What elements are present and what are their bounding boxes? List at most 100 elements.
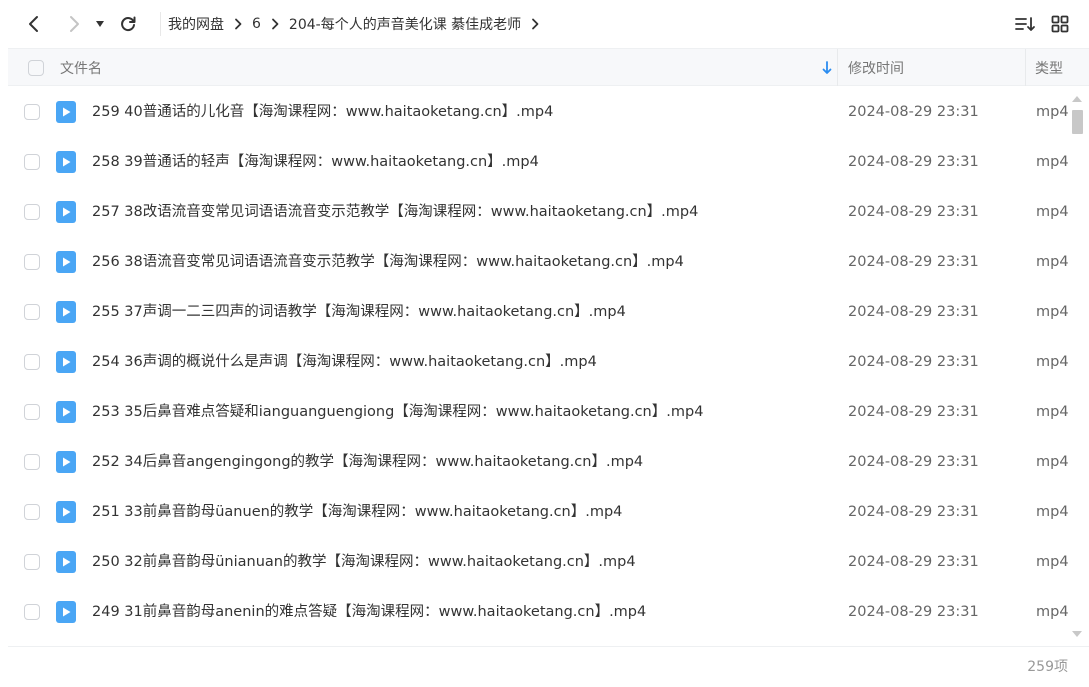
sort-list-icon	[1015, 17, 1035, 31]
sort-arrow-down-icon	[822, 61, 832, 79]
table-row[interactable]: 252 34后鼻音angengingong的教学【海淘课程网：www.haita…	[8, 437, 1070, 487]
column-header: 文件名 修改时间 类型	[8, 48, 1089, 86]
scroll-down-button[interactable]	[1070, 627, 1084, 641]
file-modified-time: 2024-08-29 23:31	[848, 104, 979, 120]
file-modified-time: 2024-08-29 23:31	[848, 404, 979, 420]
forward-button[interactable]	[62, 12, 86, 36]
item-count: 259项	[1027, 659, 1068, 675]
name-column-label: 文件名	[60, 60, 102, 77]
scroll-up-button[interactable]	[1070, 92, 1084, 106]
table-row[interactable]: 258 39普通话的轻声【海淘课程网：www.haitaoketang.cn】.…	[8, 137, 1070, 187]
breadcrumb-item-current[interactable]: 204-每个人的声音美化课 綦佳成老师	[289, 14, 521, 34]
scrollbar-thumb[interactable]	[1072, 110, 1083, 134]
caret-down-icon	[96, 21, 104, 27]
file-type: mp4	[1036, 604, 1069, 620]
file-name[interactable]: 256 38语流音变常见词语语流音变示范教学【海淘课程网：www.haitaok…	[92, 237, 684, 287]
video-file-icon	[56, 101, 76, 123]
row-checkbox[interactable]	[24, 354, 40, 370]
row-checkbox[interactable]	[24, 254, 40, 270]
column-divider	[1025, 49, 1026, 86]
row-checkbox[interactable]	[24, 204, 40, 220]
table-row[interactable]: 254 36声调的概说什么是声调【海淘课程网：www.haitaoketang.…	[8, 337, 1070, 387]
file-modified-time: 2024-08-29 23:31	[848, 154, 979, 170]
breadcrumb-item-root[interactable]: 我的网盘	[168, 14, 224, 34]
video-file-icon	[56, 201, 76, 223]
file-type: mp4	[1036, 204, 1069, 220]
table-row[interactable]: 253 35后鼻音难点答疑和ianguanguengiong【海淘课程网：www…	[8, 387, 1070, 437]
file-type: mp4	[1036, 104, 1069, 120]
table-row[interactable]: 249 31前鼻音韵母anenin的难点答疑【海淘课程网：www.haitaok…	[8, 587, 1070, 637]
table-row[interactable]: 250 32前鼻音韵母ünianuan的教学【海淘课程网：www.haitaok…	[8, 537, 1070, 587]
video-file-icon	[56, 501, 76, 523]
refresh-icon	[121, 16, 136, 32]
file-name[interactable]: 258 39普通话的轻声【海淘课程网：www.haitaoketang.cn】.…	[92, 137, 539, 187]
row-checkbox[interactable]	[24, 504, 40, 520]
table-row[interactable]: 259 40普通话的儿化音【海淘课程网：www.haitaoketang.cn】…	[8, 87, 1070, 137]
video-file-icon	[56, 251, 76, 273]
row-checkbox[interactable]	[24, 454, 40, 470]
row-checkbox[interactable]	[24, 154, 40, 170]
file-type: mp4	[1036, 554, 1069, 570]
file-modified-time: 2024-08-29 23:31	[848, 454, 979, 470]
checkbox[interactable]	[28, 59, 44, 76]
select-all-checkbox[interactable]	[28, 49, 44, 86]
file-list: 259 40普通话的儿化音【海淘课程网：www.haitaoketang.cn】…	[8, 87, 1070, 637]
chevron-left-icon	[29, 16, 38, 32]
table-row[interactable]: 256 38语流音变常见词语语流音变示范教学【海淘课程网：www.haitaok…	[8, 237, 1070, 287]
file-type: mp4	[1036, 304, 1069, 320]
row-checkbox[interactable]	[24, 104, 40, 120]
file-name[interactable]: 252 34后鼻音angengingong的教学【海淘课程网：www.haita…	[92, 437, 643, 487]
file-modified-time: 2024-08-29 23:31	[848, 554, 979, 570]
nav-divider	[160, 12, 161, 36]
back-button[interactable]	[22, 12, 46, 36]
grid-view-button[interactable]	[1048, 12, 1072, 36]
file-modified-time: 2024-08-29 23:31	[848, 354, 979, 370]
file-name[interactable]: 249 31前鼻音韵母anenin的难点答疑【海淘课程网：www.haitaok…	[92, 587, 646, 637]
name-column-header[interactable]: 文件名	[60, 49, 836, 86]
file-modified-time: 2024-08-29 23:31	[848, 504, 979, 520]
type-column-header[interactable]: 类型	[1035, 49, 1063, 86]
row-checkbox[interactable]	[24, 604, 40, 620]
refresh-button[interactable]	[116, 12, 140, 36]
row-checkbox[interactable]	[24, 554, 40, 570]
video-file-icon	[56, 401, 76, 423]
breadcrumb-expand-button[interactable]	[531, 18, 539, 30]
file-name[interactable]: 251 33前鼻音韵母üanuen的教学【海淘课程网：www.haitaoket…	[92, 487, 622, 537]
column-divider	[837, 49, 838, 86]
file-modified-time: 2024-08-29 23:31	[848, 304, 979, 320]
time-column-label: 修改时间	[848, 60, 904, 77]
file-browser-window: 我的网盘 6 204-每个人的声音美化课 綦佳成老师 文件名 修改时间 类型 2…	[8, 0, 1089, 681]
video-file-icon	[56, 451, 76, 473]
chevron-right-icon	[234, 18, 242, 30]
time-column-header[interactable]: 修改时间	[848, 49, 904, 86]
status-bar: 259项	[8, 646, 1089, 681]
video-file-icon	[56, 351, 76, 373]
file-modified-time: 2024-08-29 23:31	[848, 604, 979, 620]
file-name[interactable]: 257 38改语流音变常见词语语流音变示范教学【海淘课程网：www.haitao…	[92, 187, 698, 237]
sort-button[interactable]	[1013, 12, 1037, 36]
video-file-icon	[56, 551, 76, 573]
table-row[interactable]: 257 38改语流音变常见词语语流音变示范教学【海淘课程网：www.haitao…	[8, 187, 1070, 237]
table-row[interactable]: 255 37声调一二三四声的词语教学【海淘课程网：www.haitaoketan…	[8, 287, 1070, 337]
grid-view-icon	[1051, 15, 1069, 33]
navigation-bar: 我的网盘 6 204-每个人的声音美化课 綦佳成老师	[8, 0, 1089, 48]
file-name[interactable]: 253 35后鼻音难点答疑和ianguanguengiong【海淘课程网：www…	[92, 387, 703, 437]
row-checkbox[interactable]	[24, 304, 40, 320]
history-dropdown-button[interactable]	[90, 12, 110, 36]
file-modified-time: 2024-08-29 23:31	[848, 204, 979, 220]
file-name[interactable]: 255 37声调一二三四声的词语教学【海淘课程网：www.haitaoketan…	[92, 287, 626, 337]
file-modified-time: 2024-08-29 23:31	[848, 254, 979, 270]
row-checkbox[interactable]	[24, 404, 40, 420]
file-type: mp4	[1036, 254, 1069, 270]
file-name[interactable]: 254 36声调的概说什么是声调【海淘课程网：www.haitaoketang.…	[92, 337, 597, 387]
file-type: mp4	[1036, 354, 1069, 370]
caret-down-icon	[1072, 631, 1082, 637]
file-name[interactable]: 259 40普通话的儿化音【海淘课程网：www.haitaoketang.cn】…	[92, 87, 553, 137]
breadcrumb-item-6[interactable]: 6	[252, 16, 261, 32]
video-file-icon	[56, 151, 76, 173]
file-type: mp4	[1036, 154, 1069, 170]
file-type: mp4	[1036, 404, 1069, 420]
table-row[interactable]: 251 33前鼻音韵母üanuen的教学【海淘课程网：www.haitaoket…	[8, 487, 1070, 537]
scrollbar-track[interactable]	[1071, 108, 1083, 624]
file-name[interactable]: 250 32前鼻音韵母ünianuan的教学【海淘课程网：www.haitaok…	[92, 537, 636, 587]
